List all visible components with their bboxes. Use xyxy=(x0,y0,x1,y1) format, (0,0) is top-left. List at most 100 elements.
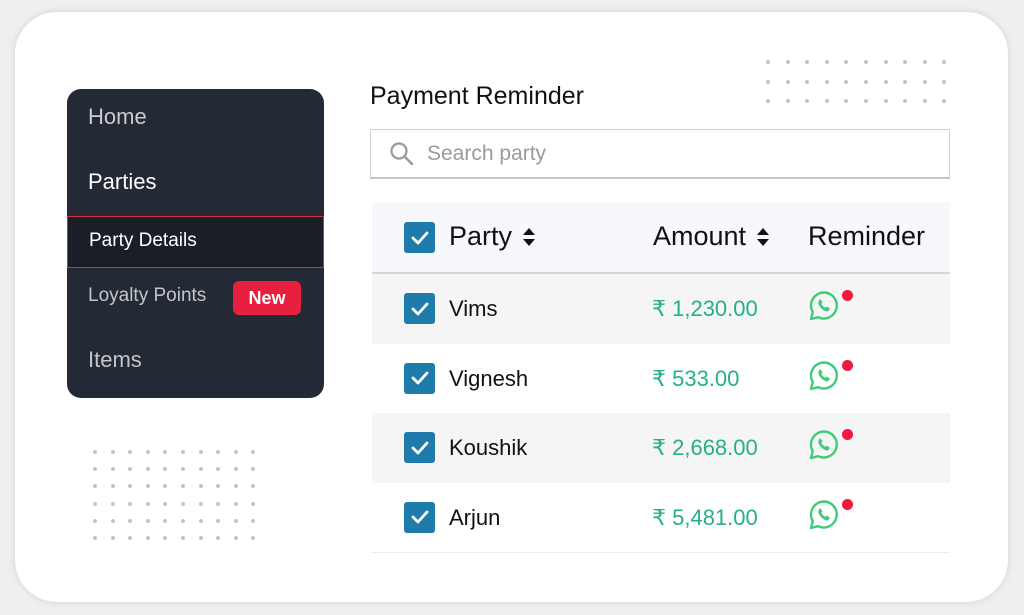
dot xyxy=(216,518,221,523)
dot xyxy=(903,99,908,103)
whatsapp-icon[interactable] xyxy=(807,289,841,323)
sort-icon[interactable] xyxy=(522,226,536,248)
dot xyxy=(844,60,849,64)
sidebar-item-party-details[interactable]: Party Details xyxy=(67,216,324,268)
dot xyxy=(863,99,868,103)
dot xyxy=(883,60,888,64)
column-header-amount[interactable]: Amount xyxy=(653,221,770,252)
sort-icon[interactable] xyxy=(756,226,770,248)
dot xyxy=(233,535,238,540)
sidebar-item-label: Parties xyxy=(88,169,157,194)
dot xyxy=(128,518,133,523)
table-row: Arjun ₹ 5,481.00 xyxy=(372,482,950,552)
dot xyxy=(251,484,256,489)
table-row: Koushik ₹ 2,668.00 xyxy=(372,413,950,483)
dot xyxy=(766,60,770,64)
search-input[interactable] xyxy=(425,140,909,167)
row-checkbox[interactable] xyxy=(404,362,435,394)
check-icon xyxy=(411,371,428,385)
dot xyxy=(163,535,168,540)
search-icon xyxy=(390,141,414,165)
dot xyxy=(128,535,133,540)
new-badge: New xyxy=(233,281,301,315)
dot xyxy=(180,501,185,506)
dot xyxy=(766,99,770,103)
dot xyxy=(216,484,221,489)
dot xyxy=(128,501,133,506)
dot xyxy=(128,450,133,454)
dot xyxy=(216,467,221,472)
dot xyxy=(180,467,185,472)
sidebar-item-label: Home xyxy=(88,104,147,129)
sidebar-item-home[interactable]: Home xyxy=(67,104,324,134)
dot xyxy=(110,518,115,523)
dot xyxy=(922,79,927,84)
dot xyxy=(145,467,150,472)
dot xyxy=(163,467,168,472)
dot xyxy=(110,501,115,506)
dot xyxy=(233,484,238,489)
row-checkbox[interactable] xyxy=(404,432,435,463)
dot xyxy=(251,501,256,506)
select-all-checkbox[interactable] xyxy=(404,222,435,253)
dot xyxy=(824,99,829,103)
column-label: Party xyxy=(449,221,513,251)
sidebar-item-label: Items xyxy=(88,347,142,372)
row-checkbox[interactable] xyxy=(404,293,435,324)
payment-table: Party Amount Reminder Vims ₹ 1,230.00 Vi… xyxy=(372,202,950,553)
search-box[interactable] xyxy=(370,129,950,179)
dot xyxy=(110,535,115,540)
dot xyxy=(883,99,888,103)
dot xyxy=(883,79,888,84)
dot xyxy=(110,467,115,472)
check-icon xyxy=(411,302,428,315)
dot xyxy=(251,467,256,472)
column-header-party[interactable]: Party xyxy=(449,221,536,252)
sidebar-menu: Home Parties Party Details Loyalty Point… xyxy=(67,89,324,398)
dot xyxy=(145,501,150,506)
dot xyxy=(198,501,203,506)
dot xyxy=(145,450,150,454)
sidebar-item-items[interactable]: Items xyxy=(67,347,324,377)
whatsapp-icon[interactable] xyxy=(807,428,841,462)
table-row: Vims ₹ 1,230.00 xyxy=(372,274,950,344)
column-label: Reminder xyxy=(808,221,926,251)
dot xyxy=(110,450,115,454)
dot xyxy=(824,60,829,64)
party-name: Vignesh xyxy=(449,365,529,391)
notification-dot xyxy=(842,359,853,371)
dot xyxy=(922,99,927,103)
dot xyxy=(942,60,947,64)
dot xyxy=(198,450,203,454)
dot xyxy=(233,467,238,472)
party-name: Vims xyxy=(449,296,498,321)
dot xyxy=(93,484,97,489)
row-checkbox[interactable] xyxy=(404,501,435,533)
decorative-dot-pattern-top xyxy=(766,60,947,103)
sidebar-item-parties[interactable]: Parties xyxy=(67,169,324,199)
dot xyxy=(251,450,256,454)
dot xyxy=(863,79,868,84)
dot xyxy=(163,450,168,454)
dot xyxy=(128,484,133,489)
party-name: Arjun xyxy=(449,504,501,530)
dot xyxy=(180,518,185,523)
dot xyxy=(785,60,790,64)
whatsapp-icon[interactable] xyxy=(807,359,841,393)
dot xyxy=(766,79,770,84)
dot xyxy=(93,518,97,523)
sidebar-item-loyalty-points[interactable]: Loyalty Points New xyxy=(67,281,324,315)
dot xyxy=(824,79,829,84)
notification-dot xyxy=(842,290,853,301)
dot xyxy=(110,484,115,489)
whatsapp-icon[interactable] xyxy=(807,498,841,532)
dot xyxy=(942,79,947,84)
dot xyxy=(198,535,203,540)
table-bottom-divider xyxy=(372,552,950,553)
amount-value: ₹ 5,481.00 xyxy=(652,504,758,530)
dot xyxy=(163,484,168,489)
dot xyxy=(805,79,810,84)
dot xyxy=(180,484,185,489)
table-header: Party Amount Reminder xyxy=(372,202,950,274)
column-header-reminder: Reminder xyxy=(808,221,925,252)
